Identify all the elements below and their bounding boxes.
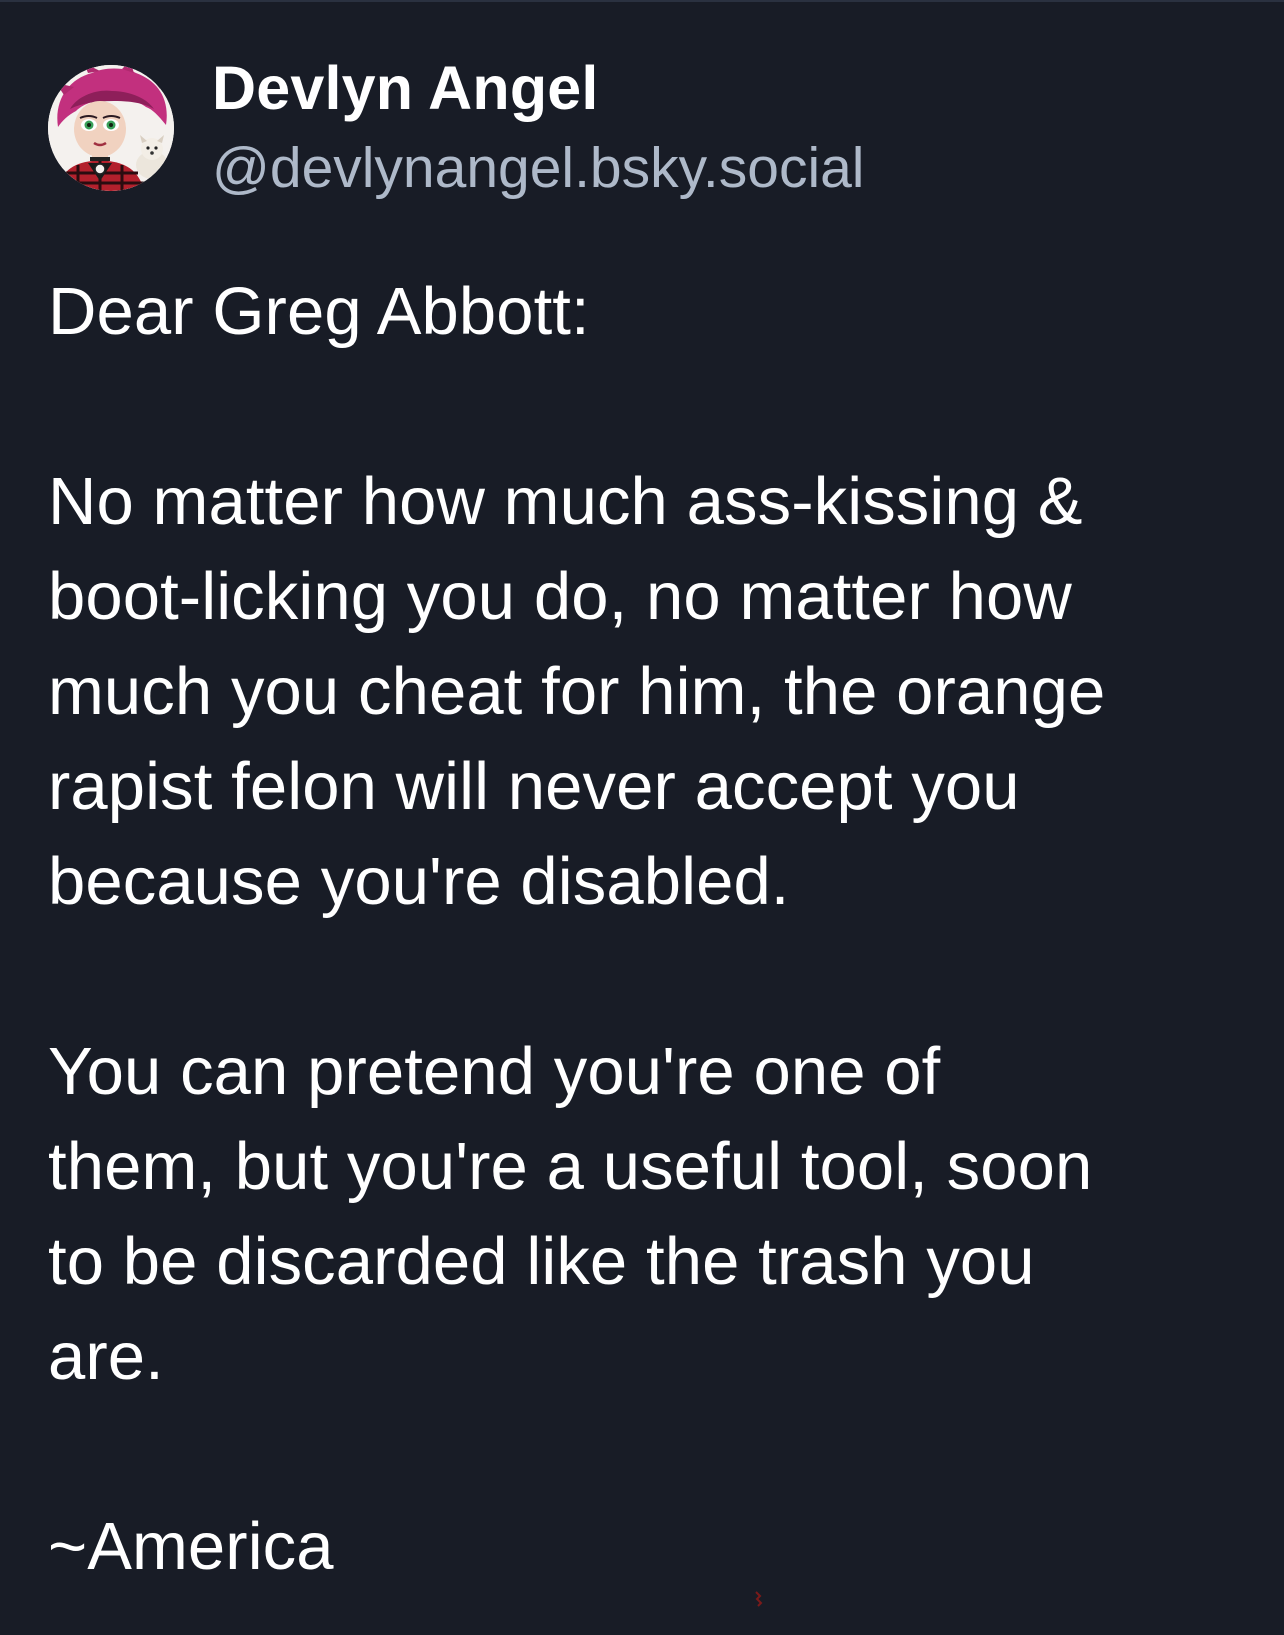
post-header: Devlyn Angel @devlynangel.bsky.social xyxy=(48,50,864,206)
avatar[interactable] xyxy=(48,65,174,191)
post-paragraph: No matter how much ass-kissing & boot-li… xyxy=(48,464,1106,919)
post-paragraph: You can pretend you're one of them, but … xyxy=(48,1034,1093,1394)
avatar-illustration-icon xyxy=(48,65,174,191)
post-text: Dear Greg Abbott: No matter how much ass… xyxy=(48,264,1258,1594)
post-signature: ~America xyxy=(48,1509,334,1584)
stray-red-mark-icon xyxy=(755,1591,763,1607)
author-names: Devlyn Angel @devlynangel.bsky.social xyxy=(212,50,864,206)
top-divider xyxy=(0,0,1284,2)
author-handle[interactable]: @devlynangel.bsky.social xyxy=(212,130,864,206)
author-display-name[interactable]: Devlyn Angel xyxy=(212,50,864,126)
post-paragraph: Dear Greg Abbott: xyxy=(48,274,590,349)
